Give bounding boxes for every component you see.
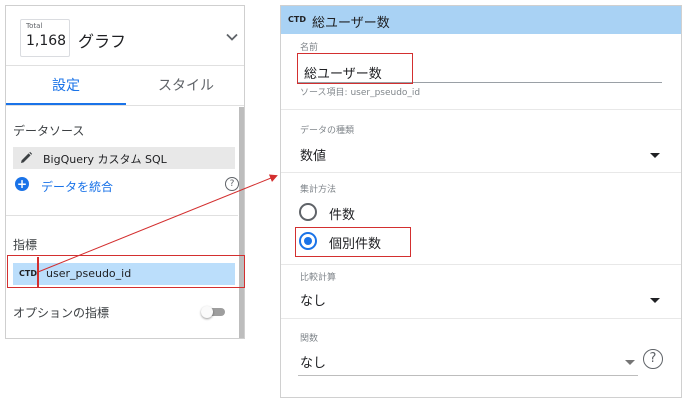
section-divider — [281, 172, 681, 173]
source-field: ソース項目: user_pseudo_id — [300, 88, 421, 98]
scorecard-thumbnail: Total 1,168 — [20, 19, 70, 57]
data-type-label: データの種類 — [300, 126, 355, 136]
optional-metrics-toggle[interactable] — [201, 306, 227, 318]
comparison-label: 比較計算 — [300, 273, 337, 283]
section-divider — [281, 318, 681, 319]
tab-settings[interactable]: 設定 — [6, 67, 126, 105]
pencil-icon[interactable] — [19, 151, 33, 165]
toggle-thumb — [201, 306, 213, 318]
annotation-box-metric — [7, 255, 245, 288]
metric-edit-header: CTD 総ユーザー数 — [281, 6, 681, 34]
total-label: Total — [26, 22, 43, 30]
section-divider — [281, 264, 681, 265]
calculated-metric-badge: CTD — [288, 15, 306, 24]
data-source-row[interactable]: BigQuery カスタム SQL — [13, 147, 235, 169]
metric-edit-title: 総ユーザー数 — [312, 16, 390, 31]
radio-count[interactable] — [299, 203, 317, 221]
name-label: 名前 — [300, 43, 319, 53]
optional-metrics-row: オプションの指標 — [13, 302, 235, 322]
data-source-name: BigQuery カスタム SQL — [43, 153, 167, 166]
annotation-box-name — [297, 53, 413, 84]
optional-metrics-label: オプションの指標 — [13, 306, 110, 320]
help-icon[interactable]: ? — [643, 349, 663, 369]
chart-header[interactable]: Total 1,168 グラフ — [6, 6, 244, 66]
panel-scrollbar[interactable] — [239, 107, 244, 338]
add-circle-icon: + — [15, 177, 29, 191]
data-type-select[interactable]: 数値 — [300, 145, 326, 164]
chart-type-title: グラフ — [78, 32, 127, 51]
blend-data-button[interactable]: + データを統合 ? — [13, 175, 239, 195]
dropdown-arrow-icon[interactable] — [625, 360, 635, 365]
dropdown-arrow-icon[interactable] — [650, 298, 660, 303]
chevron-down-icon[interactable] — [226, 31, 238, 43]
function-label: 関数 — [300, 334, 319, 344]
comparison-select[interactable]: なし — [300, 290, 326, 309]
help-icon[interactable]: ? — [225, 177, 239, 191]
blend-data-label: データを統合 — [41, 180, 114, 194]
annotation-divider — [37, 257, 39, 287]
tabs-divider — [6, 105, 244, 106]
total-value: 1,168 — [26, 33, 67, 49]
dropdown-arrow-icon[interactable] — [650, 153, 660, 158]
section-divider — [281, 109, 681, 110]
annotation-box-aggregation — [295, 227, 411, 257]
function-select[interactable]: なし — [300, 352, 326, 371]
function-select-underline — [298, 375, 638, 376]
aggregation-label: 集計方法 — [300, 185, 337, 195]
tab-style[interactable]: スタイル — [126, 67, 244, 105]
data-source-heading: データソース — [13, 124, 85, 138]
chart-settings-panel: Total 1,168 グラフ 設定 スタイル データソース BigQuery … — [5, 5, 245, 339]
radio-count-label[interactable]: 件数 — [329, 204, 355, 223]
section-divider — [6, 215, 238, 216]
metric-heading: 指標 — [13, 238, 38, 252]
